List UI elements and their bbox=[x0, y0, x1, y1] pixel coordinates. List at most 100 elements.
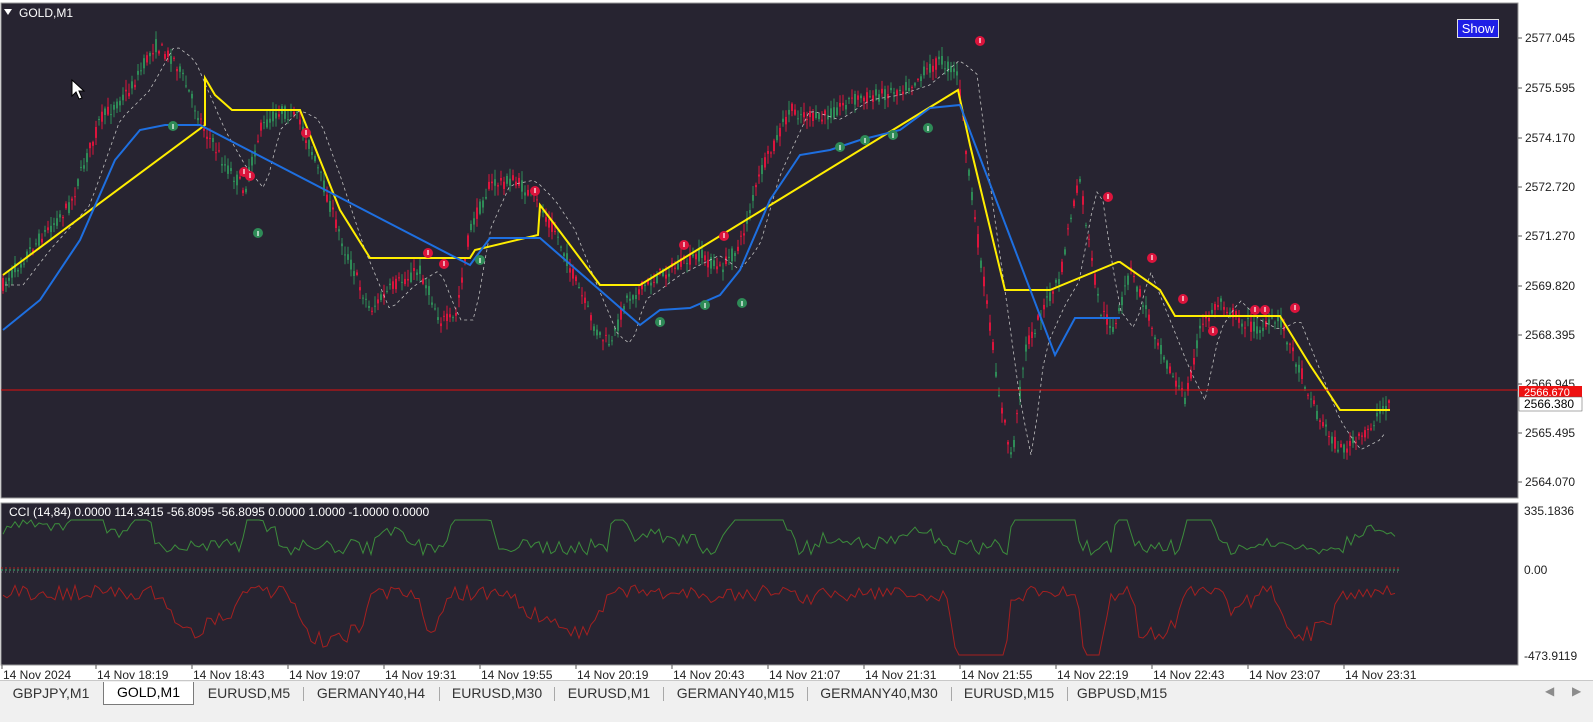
candle-body bbox=[926, 68, 928, 70]
candle-body bbox=[449, 314, 451, 318]
chart-tab[interactable]: EURUSD,M30 bbox=[441, 683, 553, 704]
candle-body bbox=[146, 55, 148, 63]
candle-body bbox=[1295, 364, 1297, 367]
candle-body bbox=[749, 210, 751, 214]
candle-body bbox=[839, 102, 841, 107]
candle-body bbox=[218, 150, 220, 152]
candle-body bbox=[440, 323, 442, 327]
candle-body bbox=[170, 55, 172, 64]
candle-body bbox=[197, 117, 199, 121]
candle-body bbox=[1202, 323, 1204, 325]
time-axis-label: 14 Nov 21:55 bbox=[961, 668, 1033, 680]
candle-body bbox=[998, 395, 1000, 397]
candle-body bbox=[269, 118, 271, 123]
candle-body bbox=[869, 96, 871, 98]
candle-body bbox=[953, 68, 955, 72]
chart-tab[interactable]: EURUSD,M15 bbox=[952, 683, 1066, 704]
candle-body bbox=[890, 87, 892, 91]
chart-window[interactable]: 2577.045 2575.595 2574.170 2572.720 2571.270… bbox=[0, 0, 1593, 680]
candle-body bbox=[686, 263, 688, 265]
chart-tab[interactable]: EURUSD,M1 bbox=[556, 683, 662, 704]
show-button[interactable]: Show bbox=[1457, 19, 1499, 38]
candle-body bbox=[56, 218, 58, 226]
candle-body bbox=[1214, 304, 1216, 310]
candle-body bbox=[86, 153, 88, 163]
candle-body bbox=[233, 180, 235, 182]
candle-body bbox=[29, 247, 31, 249]
candle-body bbox=[221, 164, 223, 166]
candle-body bbox=[1061, 261, 1063, 272]
chart-tab[interactable]: GERMANY40,H4 bbox=[304, 683, 438, 704]
candle-body bbox=[452, 317, 454, 319]
candle-body bbox=[1223, 306, 1225, 310]
candle-body bbox=[8, 277, 10, 281]
candle-body bbox=[1139, 289, 1141, 297]
candle-body bbox=[872, 95, 874, 102]
candle-body bbox=[77, 179, 79, 186]
candle-body bbox=[599, 332, 601, 335]
candle-body bbox=[803, 112, 805, 118]
main-chart-panel[interactable] bbox=[0, 2, 1519, 499]
candle-body bbox=[215, 152, 217, 154]
candle-body bbox=[1211, 309, 1213, 314]
candle-body bbox=[1289, 343, 1291, 345]
candle-body bbox=[593, 326, 595, 331]
candle-body bbox=[1133, 276, 1135, 277]
candle-body bbox=[1088, 238, 1090, 240]
candle-body bbox=[881, 88, 883, 94]
candle-body bbox=[278, 114, 280, 117]
candle-body bbox=[1076, 185, 1078, 193]
chart-tab[interactable]: GOLD,M1 bbox=[103, 682, 194, 705]
candle-body bbox=[389, 283, 391, 286]
candle-body bbox=[875, 89, 877, 96]
candle-body bbox=[638, 289, 640, 295]
candle-body bbox=[1109, 325, 1111, 329]
candle-body bbox=[1364, 430, 1366, 438]
candle-body bbox=[407, 278, 409, 281]
candle-body bbox=[503, 181, 505, 189]
candle-body bbox=[902, 91, 904, 95]
candle-body bbox=[359, 287, 361, 291]
scroll-right-icon[interactable]: ▶ bbox=[1572, 684, 1581, 698]
candle-body bbox=[128, 92, 130, 97]
candle-body bbox=[1049, 292, 1051, 302]
time-axis-label: 14 Nov 20:19 bbox=[577, 668, 649, 680]
candle-body bbox=[1160, 345, 1162, 355]
chart-tab[interactable]: GERMANY40,M30 bbox=[808, 683, 950, 704]
candle-body bbox=[929, 63, 931, 73]
candle-body bbox=[833, 107, 835, 118]
candle-body bbox=[149, 53, 151, 57]
candle-body bbox=[401, 281, 403, 283]
chart-canvas[interactable]: 2577.045 2575.595 2574.170 2572.720 2571.270… bbox=[0, 0, 1593, 680]
candle-body bbox=[506, 176, 508, 184]
candle-body bbox=[767, 151, 769, 154]
candle-body bbox=[68, 202, 70, 214]
candle-body bbox=[785, 116, 787, 125]
candle-body bbox=[1079, 179, 1081, 182]
candle-body bbox=[629, 298, 631, 301]
indicator-panel[interactable] bbox=[0, 502, 1519, 666]
cci-axis-label: 335.1836 bbox=[1524, 504, 1574, 518]
candle-body bbox=[1013, 440, 1015, 448]
candle-body bbox=[1175, 380, 1177, 387]
chart-tab[interactable]: GERMANY40,M15 bbox=[665, 683, 806, 704]
candle-body bbox=[317, 167, 319, 169]
candle-body bbox=[1124, 285, 1126, 287]
chart-tab[interactable]: GBPUSD,M15 bbox=[1069, 683, 1175, 704]
scroll-left-icon[interactable]: ◀ bbox=[1545, 684, 1554, 698]
candle-body bbox=[1073, 200, 1075, 207]
candle-body bbox=[575, 276, 577, 282]
candle-body bbox=[35, 243, 37, 245]
candle-body bbox=[908, 87, 910, 91]
chart-tab[interactable]: EURUSD,M5 bbox=[196, 683, 302, 704]
chart-tab[interactable]: GBPJPY,M1 bbox=[3, 683, 99, 704]
candle-body bbox=[1319, 420, 1321, 422]
time-axis-label: 14 Nov 19:55 bbox=[481, 668, 553, 680]
candle-body bbox=[713, 260, 715, 267]
candle-body bbox=[1370, 428, 1372, 430]
candle-body bbox=[1097, 293, 1099, 296]
candle-body bbox=[1301, 368, 1303, 379]
candle-body bbox=[1178, 385, 1180, 387]
price-axis-label: 2574.170 bbox=[1525, 131, 1575, 145]
candle-body bbox=[1043, 304, 1045, 310]
